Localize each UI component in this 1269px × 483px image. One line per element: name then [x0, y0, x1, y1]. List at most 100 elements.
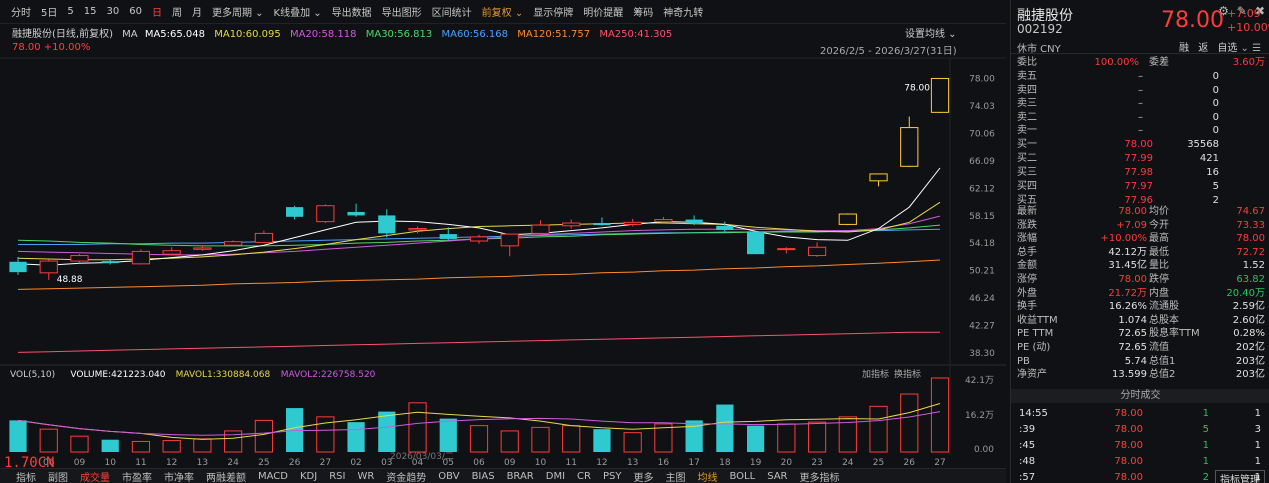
price-tick-label: 66.09 [969, 157, 995, 167]
volume-bar [562, 425, 581, 453]
candle-body [316, 205, 335, 223]
indicator-tab-20[interactable]: BOLL [723, 471, 761, 482]
date-tick-label: 16 [658, 458, 670, 468]
candle-body [531, 224, 550, 234]
indicator-tab-22[interactable]: 更多指标 [794, 469, 846, 483]
date-tick-label: 10 [104, 458, 116, 468]
volume-tick-label: 0.00 [974, 445, 994, 455]
price-tick-label: 42.27 [969, 322, 995, 332]
candle-body [777, 248, 796, 251]
weicha-value: 3.60万 [1232, 57, 1265, 68]
indicator-tab-8[interactable]: RSI [323, 471, 351, 482]
volume-bar [101, 439, 119, 452]
stat-value: +10.00% [1100, 233, 1147, 245]
trade-volume: 2 [1202, 472, 1209, 483]
stat-value-2: 63.82 [1236, 274, 1265, 285]
ask-row: 卖一 – 0 [1017, 124, 1265, 137]
indicator-tab-3[interactable]: 市盈率 [116, 469, 158, 483]
trade-price: 78.00 [1114, 440, 1143, 451]
kline-chart[interactable]: 78.00 74.03 70.06 66.09 62.12 58.15 54.18 50.21… [0, 0, 1006, 468]
bid-volume: 16 [1206, 167, 1219, 178]
date-tick-label: 17 [688, 458, 699, 468]
stat-value-2: 74.67 [1236, 206, 1265, 217]
volume-bar [900, 393, 919, 453]
candle-body [224, 241, 243, 246]
price-tick-label: 70.06 [969, 129, 995, 139]
bid-label: 买四 [1017, 181, 1037, 192]
stat-value-2: 78.00 [1236, 233, 1265, 245]
date-tick-label: 13 [197, 458, 208, 468]
ask-volume: 0 [1212, 84, 1219, 96]
webi-value: 100.00% [1094, 57, 1140, 68]
ma120-line [17, 259, 941, 290]
date-tick-label: 13 [627, 458, 638, 468]
candle-body [347, 211, 365, 216]
date-tick-label: 25 [873, 458, 884, 468]
indicator-tab-12[interactable]: BIAS [466, 471, 501, 482]
indicator-bar: 指标 副图 成交量 市盈率 市净率 两融差额 MACD KDJ RSI WR 资金趋势 OBV BIAS… [0, 468, 1006, 483]
mavol1-value: MAVOL1:330884.068 [176, 370, 271, 380]
bid-label: 买一 [1017, 139, 1037, 150]
ask-row: 卖二 – 0 [1017, 111, 1265, 124]
stock-price: 78.00 [1161, 8, 1224, 33]
candle-body [39, 260, 58, 274]
stat-label-2: 流通股 [1149, 301, 1179, 313]
volume-bar [39, 428, 58, 453]
candle-body [9, 261, 27, 273]
stock-change: +7.09 +10.00% [1227, 7, 1269, 35]
candle-body [623, 221, 642, 225]
stat-value-2: 73.33 [1236, 219, 1265, 231]
indicator-tab-13[interactable]: BRAR [501, 471, 540, 482]
indicator-tab-5[interactable]: 两融差额 [200, 469, 252, 483]
quote-actions: 融 返 自选 ⌄ ☰ [1179, 43, 1262, 54]
indicator-tab-4[interactable]: 市净率 [158, 469, 200, 483]
indicator-tab-14[interactable]: DMI [540, 471, 571, 482]
crosshair-date-tag: 2026/03/03/二 [390, 452, 454, 462]
stat-row: PB 5.74 总值1 203亿 [1017, 355, 1265, 368]
date-tick-label: 12 [166, 458, 177, 468]
date-tick-label: 27 [320, 458, 331, 468]
stat-label-2: 最低 [1149, 246, 1169, 258]
ask-row: 卖五 – 0 [1017, 70, 1265, 83]
indicator-tab-18[interactable]: 主图 [659, 469, 691, 483]
volume-tick-label: 42.1万 [965, 376, 994, 386]
ask-row: 卖四 – 0 [1017, 84, 1265, 97]
ask-price: – [1138, 111, 1143, 123]
trade-price: 78.00 [1114, 408, 1143, 419]
date-tick-label: 24 [227, 458, 239, 468]
ask-volume: 0 [1212, 111, 1219, 123]
candle-body [469, 236, 489, 242]
indicator-tab-16[interactable]: PSY [597, 471, 628, 482]
date-tick-label: 06 [473, 458, 485, 468]
volume-bar [623, 432, 642, 453]
date-tick-label: 25 [258, 458, 269, 468]
stat-row: 涨跌 +7.09 今开 73.33 [1017, 219, 1265, 232]
date-tick-label: 26 [289, 458, 301, 468]
ask-volume: 0 [1212, 98, 1219, 109]
indicator-tab-9[interactable]: WR [351, 471, 380, 482]
add-indicator-button: 加指标 [862, 368, 889, 380]
trade-time: :48 [1019, 456, 1036, 467]
candle-body [746, 231, 765, 255]
trade-volume: 1 [1202, 408, 1209, 419]
price-tick-label: 50.21 [969, 267, 995, 277]
indicator-tab-6[interactable]: MACD [252, 471, 294, 482]
candle-body [378, 215, 396, 234]
ask-label: 卖三 [1017, 98, 1037, 109]
candle-body [930, 77, 950, 113]
indicator-tab-2[interactable]: 成交量 [74, 469, 116, 483]
candle-body [285, 207, 304, 217]
indicator-tab-10[interactable]: 资金趋势 [380, 469, 432, 483]
trade-count: 1 [1254, 408, 1261, 419]
volume-bar [593, 429, 611, 452]
indicator-tab-11[interactable]: OBV [432, 471, 465, 482]
trade-row: :57 78.00 2 1 [1017, 471, 1265, 483]
candle-body [70, 255, 89, 262]
indicator-tab-17[interactable]: 更多 [627, 469, 659, 483]
indicator-tab-15[interactable]: CR [571, 471, 597, 482]
indicator-tab-19[interactable]: 均线 [691, 469, 723, 483]
indicator-tab-21[interactable]: SAR [761, 471, 793, 482]
quote-panel: 融捷股份 002192 78.00 +7.09 +10.00% 休市 CNY 融… [1010, 0, 1269, 483]
volume-bar [9, 420, 27, 452]
indicator-tab-7[interactable]: KDJ [294, 471, 323, 482]
